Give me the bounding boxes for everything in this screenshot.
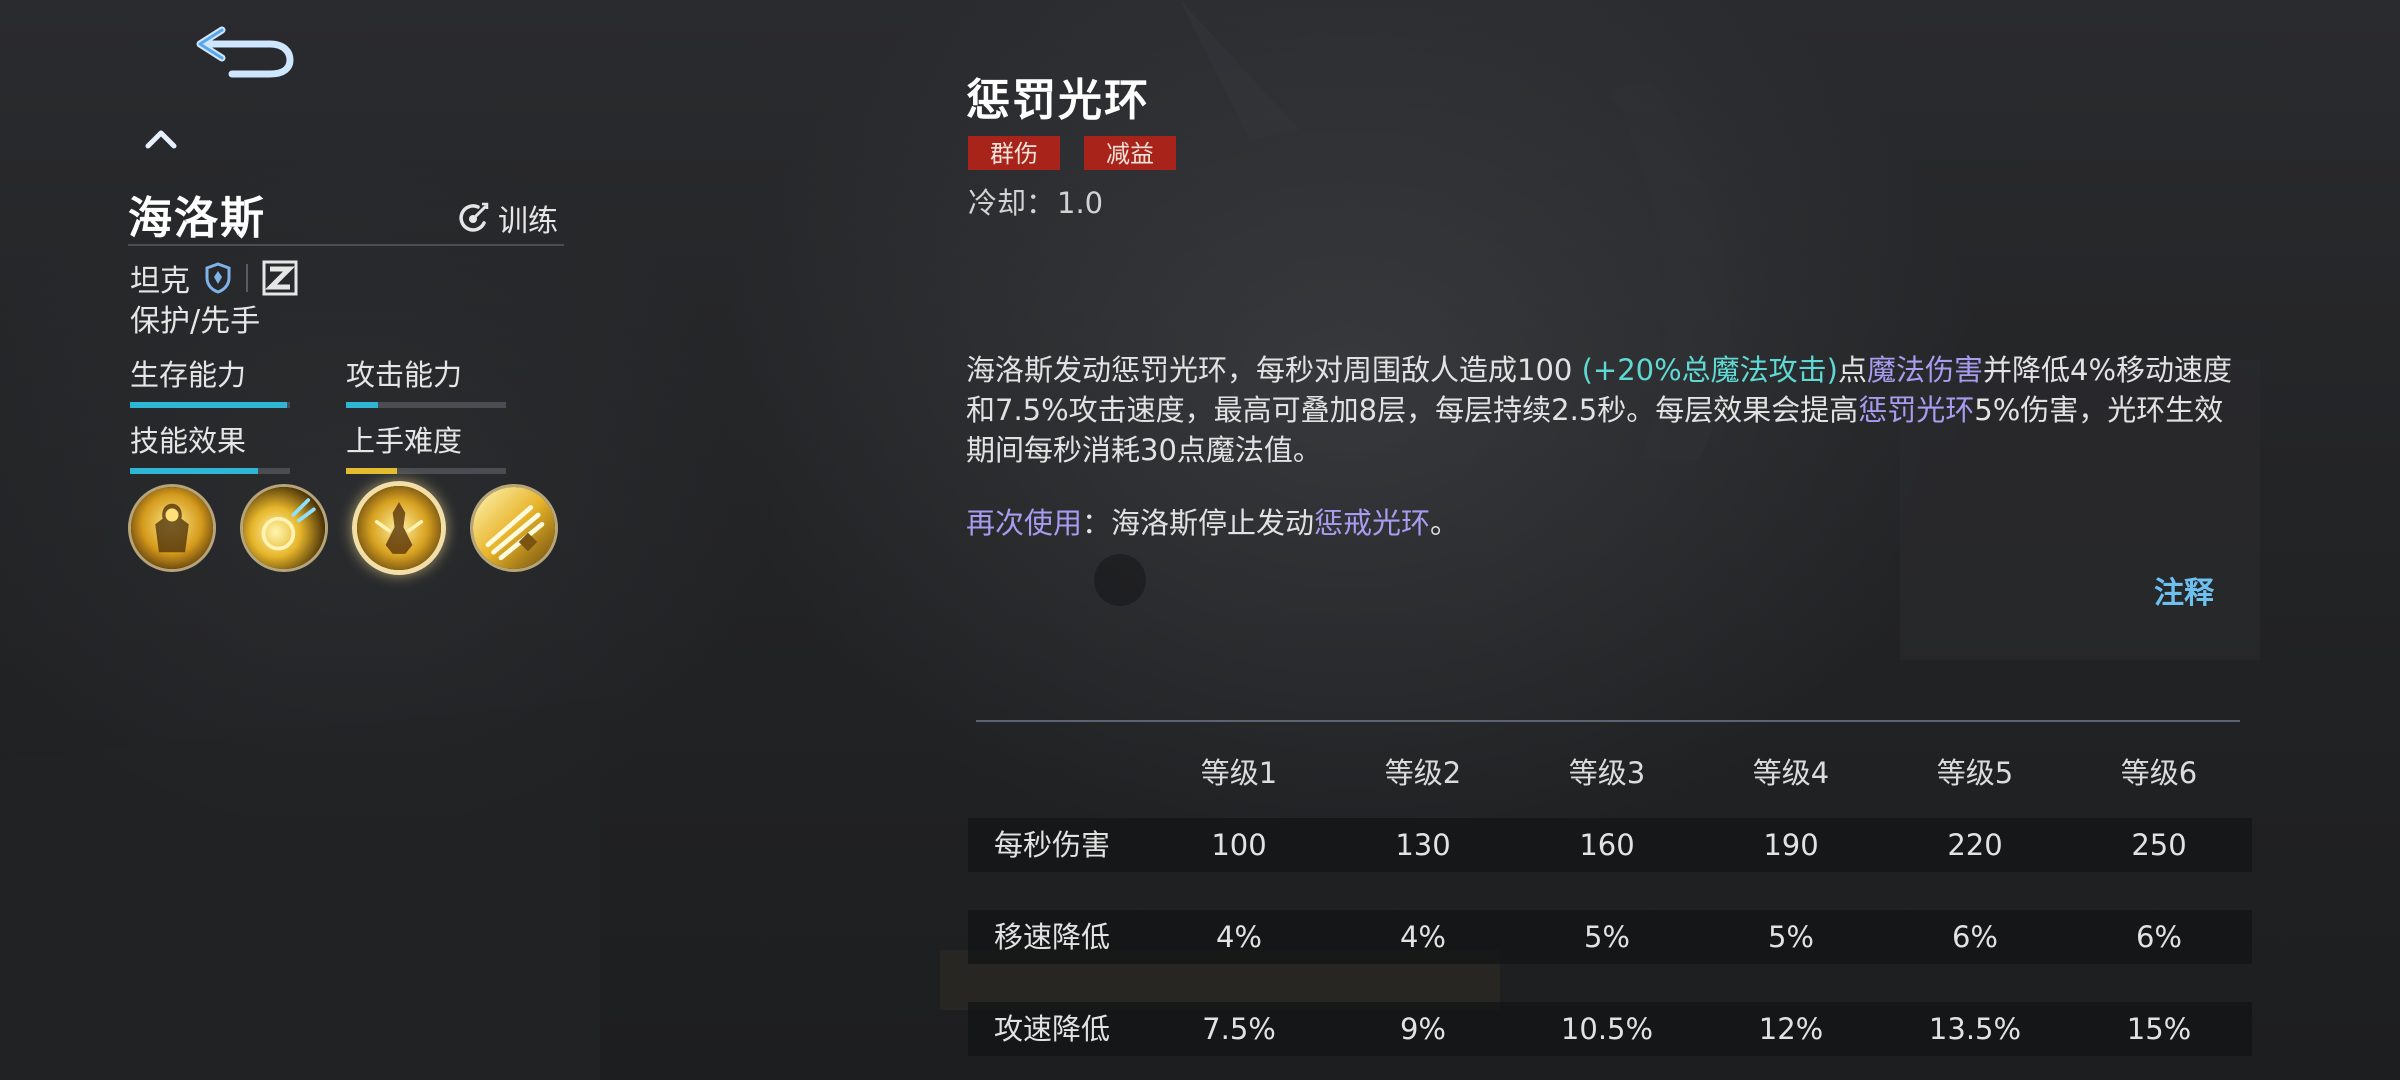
skill-recast: 再次使用：海洛斯停止发动惩戒光环。 [966, 500, 1459, 542]
hero-role: 坦克 [130, 264, 190, 299]
recast-end: 。 [1430, 506, 1460, 540]
stat-attack: 攻击能力 [346, 352, 506, 408]
shield-icon [205, 262, 231, 294]
cooldown-value: 1.0 [1057, 186, 1104, 220]
skill-tag: 减益 [1084, 136, 1176, 170]
table-row: 每秒伤害 100 130 160 190 220 250 [968, 818, 2252, 872]
stat-fill [130, 402, 287, 408]
level-header: 等级6 [2120, 756, 2198, 790]
skill-title: 惩罚光环 [966, 75, 1150, 126]
table-cell: 13.5% [1928, 1012, 2022, 1046]
row-label: 每秒伤害 [994, 828, 1111, 862]
stat-bar [346, 402, 506, 408]
stat-label: 上手难度 [346, 424, 463, 458]
role-separator [246, 264, 248, 292]
table-row: 攻速降低 7.5% 9% 10.5% 12% 13.5% 15% [968, 1002, 2252, 1056]
stat-bar [346, 468, 506, 474]
stat-label: 技能效果 [130, 424, 247, 458]
stat-label: 生存能力 [130, 358, 247, 392]
skill-slot-passive[interactable] [128, 484, 216, 572]
level-header: 等级4 [1752, 756, 1830, 790]
skill-tag: 群伤 [968, 136, 1060, 170]
train-button[interactable]: 训练 [456, 196, 558, 240]
light-rush-icon [473, 487, 555, 569]
stat-bar [130, 402, 290, 408]
back-arrow-icon [196, 26, 294, 78]
train-label: 训练 [498, 204, 558, 239]
skill-detail-screen: 海洛斯 训练 坦克 保护/先手 生存能力 攻击能力 技能效果 上手难度 惩罚光环… [0, 0, 2400, 1080]
note-link[interactable]: 注释 [2154, 568, 2214, 612]
training-icon [459, 202, 489, 232]
table-cell: 190 [1763, 828, 1819, 862]
table-cell: 9% [1399, 1012, 1446, 1046]
desc-text: 点 [1837, 353, 1867, 387]
table-cell: 12% [1758, 1012, 1824, 1046]
lane-icon [262, 260, 298, 296]
table-cell: 100 [1211, 828, 1267, 862]
recast-text: ：海洛斯停止发动 [1082, 506, 1315, 540]
stat-bar [130, 468, 290, 474]
level-header: 等级5 [1936, 756, 2014, 790]
table-cell: 6% [1951, 920, 1998, 954]
table-cell: 4% [1215, 920, 1262, 954]
name-divider [128, 244, 564, 246]
table-row: 移速降低 4% 4% 5% 5% 6% 6% [968, 910, 2252, 964]
cooldown-label: 冷却： [968, 186, 1056, 220]
stat-fill [130, 468, 258, 474]
table-cell: 15% [2126, 1012, 2192, 1046]
hero-role-row: 坦克 [130, 256, 298, 300]
table-cell: 250 [2131, 828, 2187, 862]
stat-survival: 生存能力 [130, 352, 290, 408]
skill-icon-list [128, 481, 558, 575]
hero-positioning: 保护/先手 [130, 304, 261, 339]
table-divider [976, 720, 2240, 722]
skill-tags: 群伤 减益 [968, 136, 1176, 170]
skill-slot-1[interactable] [240, 484, 328, 572]
table-cell: 4% [1399, 920, 1446, 954]
table-cell: 5% [1767, 920, 1814, 954]
desc-text: 海洛斯发动惩罚光环，每秒对周围敌人造成100 [966, 353, 1582, 387]
desc-skill-ref: 惩罚光环 [1858, 393, 1975, 427]
hero-passive-icon [131, 487, 213, 569]
chevron-up-icon [145, 130, 177, 149]
desc-damage-type: 魔法伤害 [1866, 353, 1983, 387]
stat-skill-effect: 技能效果 [130, 418, 290, 474]
stat-fill [346, 468, 398, 474]
recast-skill-ref: 惩戒光环 [1314, 506, 1431, 540]
skill-slot-2[interactable] [352, 481, 446, 575]
recast-label: 再次使用 [966, 506, 1083, 540]
row-label: 移速降低 [994, 920, 1111, 954]
table-cell: 5% [1583, 920, 1630, 954]
punishment-aura-icon [357, 486, 441, 570]
table-cell: 220 [1947, 828, 2003, 862]
table-cell: 10.5% [1560, 1012, 1654, 1046]
desc-scaling: (+20%总魔法攻击) [1581, 353, 1838, 387]
skill-slot-3[interactable] [470, 484, 558, 572]
table-cell: 160 [1579, 828, 1635, 862]
stat-fill [346, 402, 378, 408]
row-label: 攻速降低 [994, 1012, 1111, 1046]
stat-difficulty: 上手难度 [346, 418, 506, 474]
skill-cooldown: 冷却：1.0 [968, 180, 1103, 222]
hero-name: 海洛斯 [128, 193, 266, 244]
energy-blast-icon [243, 487, 325, 569]
level-header: 等级2 [1384, 756, 1462, 790]
table-cell: 7.5% [1202, 1012, 1276, 1046]
level-header: 等级1 [1200, 756, 1278, 790]
level-header: 等级3 [1568, 756, 1646, 790]
collapse-button[interactable] [142, 124, 180, 154]
table-cell: 130 [1395, 828, 1451, 862]
back-button[interactable] [192, 22, 296, 82]
table-cell: 6% [2135, 920, 2182, 954]
stat-label: 攻击能力 [346, 358, 463, 392]
skill-description: 海洛斯发动惩罚光环，每秒对周围敌人造成100 (+20%总魔法攻击)点魔法伤害并… [966, 350, 2236, 470]
